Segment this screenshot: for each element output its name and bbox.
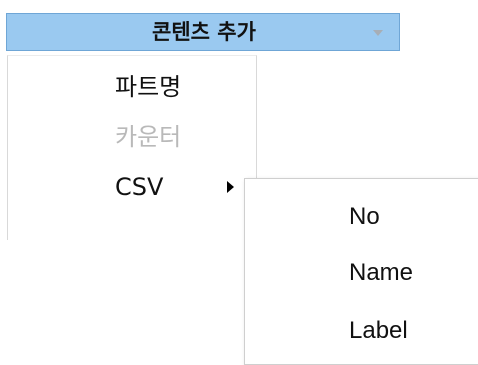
add-content-dropdown-button[interactable]: 콘텐츠 추가 [6, 13, 400, 51]
submenu-arrow-icon [227, 181, 234, 193]
chevron-down-icon [373, 30, 383, 36]
submenu-item-name[interactable]: Name [245, 246, 477, 300]
menu-item-csv-label: CSV [115, 173, 164, 201]
submenu-item-no[interactable]: No [245, 190, 477, 244]
menu-item-part-name[interactable]: 파트명 [8, 62, 256, 112]
add-content-dropdown-root: 콘텐츠 추가 파트명 카운터 CSV No Name Label [0, 0, 478, 365]
menu-item-counter: 카운터 [115, 123, 182, 151]
add-content-dropdown-label: 콘텐츠 추가 [152, 20, 256, 44]
submenu-item-label[interactable]: Label [245, 304, 477, 358]
csv-submenu: No Name Label [244, 178, 478, 365]
menu-item-csv[interactable]: CSV [8, 162, 256, 212]
add-content-menu: 파트명 카운터 CSV [7, 55, 257, 240]
